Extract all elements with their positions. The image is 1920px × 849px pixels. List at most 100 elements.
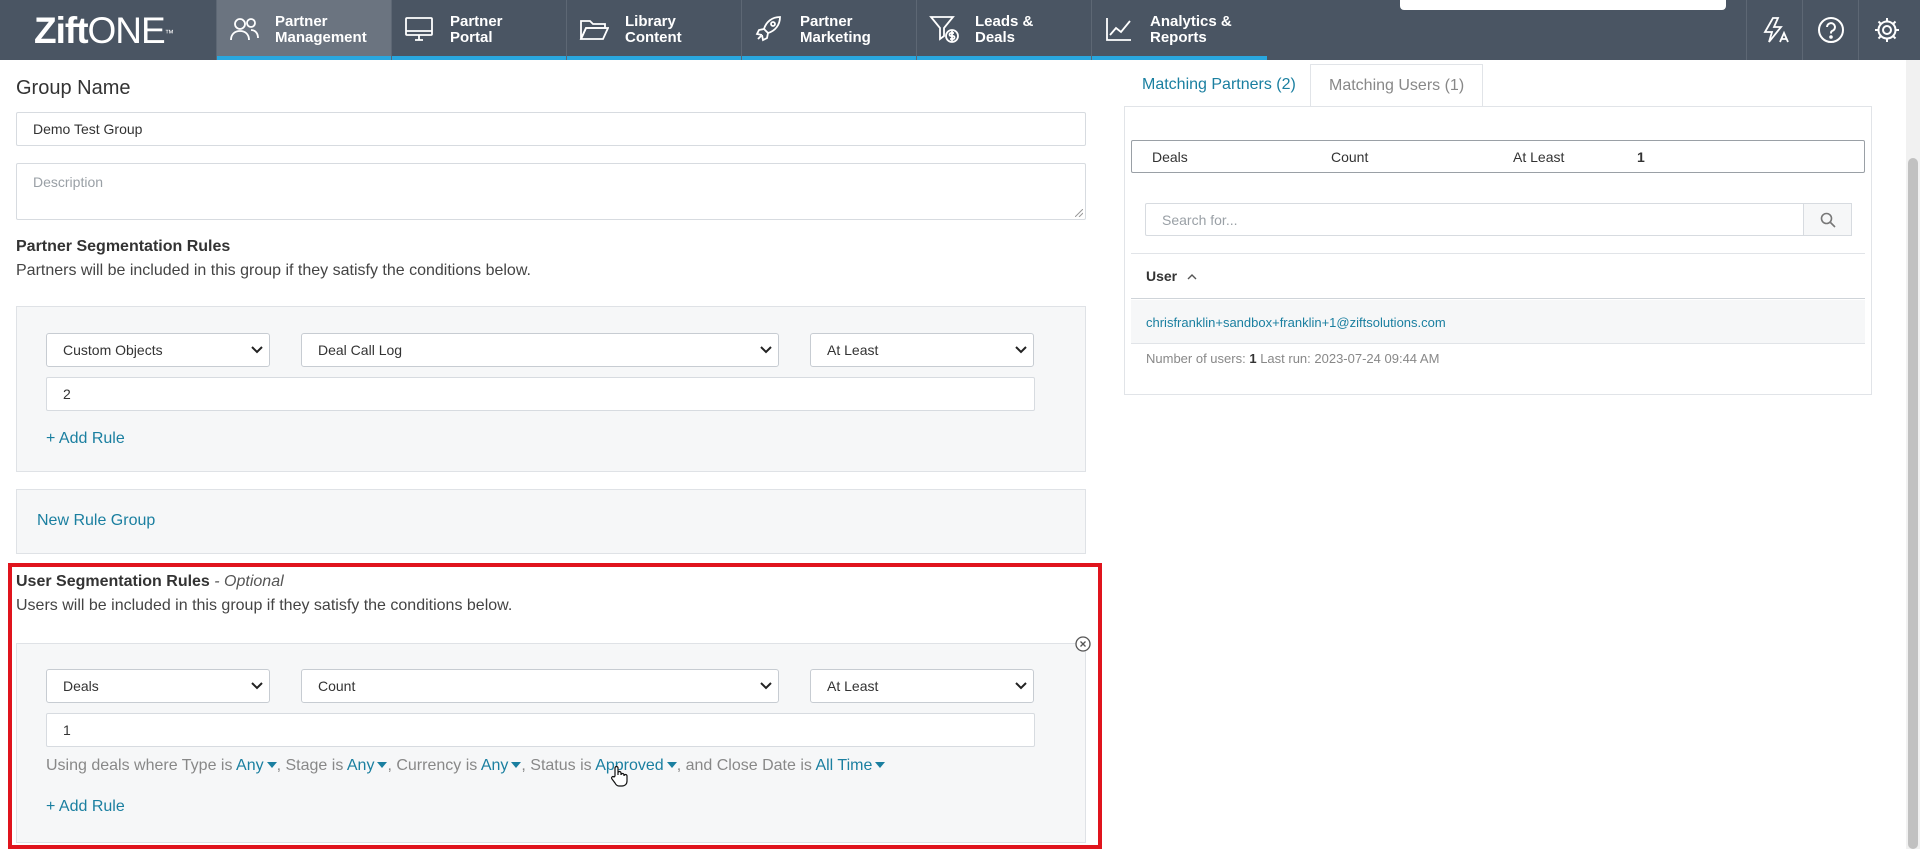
summary-object: Deals: [1152, 149, 1188, 165]
nav-tab-partner-management[interactable]: Partner Management: [216, 0, 391, 60]
nav-label-line1: Partner: [450, 13, 503, 30]
description-textarea[interactable]: Description: [16, 163, 1086, 220]
partner-rule-type-select[interactable]: Custom Objects: [46, 333, 270, 367]
currency-filter-dropdown[interactable]: Any: [481, 757, 522, 774]
settings-button[interactable]: [1858, 0, 1920, 60]
nav-tab-leads-deals[interactable]: Leads & Deals: [916, 0, 1091, 60]
nav-label-line1: Partner: [275, 13, 328, 30]
condition-prefix: Using deals where Type is: [46, 757, 233, 774]
footer-count: 1: [1249, 351, 1257, 366]
caret-down-icon: [875, 762, 886, 768]
type-filter-value: Any: [236, 757, 264, 774]
top-navigation-bar: ZiftONE™ Partner Management Partner Portal…: [0, 0, 1920, 60]
partner-add-rule-link[interactable]: + Add Rule: [46, 430, 125, 448]
nav-label-line2: Management: [275, 29, 367, 46]
rocket-icon: [755, 16, 781, 42]
close-date-filter-dropdown[interactable]: All Time: [815, 757, 886, 774]
column-header-user[interactable]: User: [1146, 268, 1197, 284]
select-value: Deal Call Log: [318, 342, 403, 358]
funnel-dollar-icon: [929, 16, 959, 43]
nav-accent-bar: [1092, 56, 1267, 60]
description-placeholder: Description: [33, 174, 104, 190]
group-name-input[interactable]: Demo Test Group: [16, 112, 1086, 146]
status-label: , Status is: [521, 757, 592, 774]
caret-down-icon: [511, 762, 522, 768]
chevron-down-icon: [1015, 346, 1027, 354]
nav-accent-bar: [392, 56, 566, 60]
chevron-down-icon: [251, 346, 263, 354]
user-rule-type-select[interactable]: Deals: [46, 669, 270, 703]
nav-label-line2: Reports: [1150, 29, 1207, 46]
logo-trademark: ™: [164, 28, 174, 38]
search-icon: [1820, 212, 1836, 228]
nav-label-line2: Content: [625, 29, 682, 46]
nav-label-line2: Marketing: [800, 29, 871, 46]
select-value: At Least: [827, 342, 879, 358]
folder-icon: [579, 20, 609, 40]
user-rules-description: Users will be included in this group if …: [16, 597, 513, 614]
new-rule-group-link[interactable]: New Rule Group: [37, 512, 155, 530]
new-rule-group-box: [16, 489, 1086, 554]
user-rule-value-input[interactable]: 1: [46, 713, 1035, 747]
partner-rule-value-input[interactable]: 2: [46, 377, 1035, 411]
monitor-icon: [405, 17, 433, 41]
caret-down-icon: [377, 762, 388, 768]
footer-label: Number of users:: [1146, 351, 1246, 366]
close-date-filter-value: All Time: [815, 757, 873, 774]
partner-rules-description: Partners will be included in this group …: [16, 262, 531, 279]
nav-tab-partner-portal[interactable]: Partner Portal: [391, 0, 566, 60]
user-rule-operator-select[interactable]: At Least: [810, 669, 1034, 703]
resize-handle-icon[interactable]: [1075, 209, 1083, 217]
search-button[interactable]: [1803, 203, 1852, 236]
help-button[interactable]: [1802, 0, 1858, 60]
partner-rule-object-select[interactable]: Deal Call Log: [301, 333, 779, 367]
currency-label: , Currency is: [387, 757, 478, 774]
partner-rule-operator-select[interactable]: At Least: [810, 333, 1034, 367]
scrollbar-thumb[interactable]: [1908, 158, 1918, 849]
group-name-value: Demo Test Group: [33, 121, 143, 137]
nav-tab-library-content[interactable]: Library Content: [566, 0, 741, 60]
stage-filter-dropdown[interactable]: Any: [347, 757, 388, 774]
user-search-input[interactable]: Search for...: [1145, 203, 1805, 236]
nav-tab-analytics-reports[interactable]: Analytics & Reports: [1091, 0, 1267, 60]
chevron-down-icon: [1015, 682, 1027, 690]
nav-accent-bar: [742, 56, 916, 60]
input-value: 2: [63, 386, 71, 402]
ziftone-logo[interactable]: ZiftONE™: [34, 12, 174, 50]
caret-down-icon: [266, 762, 277, 768]
user-email-link[interactable]: chrisfranklin+sandbox+franklin+1@ziftsol…: [1146, 315, 1446, 330]
divider: [1131, 253, 1865, 254]
chevron-down-icon: [760, 346, 772, 354]
translate-icon: [1763, 17, 1789, 43]
user-add-rule-link[interactable]: + Add Rule: [46, 798, 125, 816]
footer-last-run: Last run: 2023-07-24 09:44 AM: [1260, 351, 1440, 366]
stage-filter-value: Any: [346, 757, 375, 774]
chart-icon: [1106, 18, 1131, 41]
chevron-down-icon: [251, 682, 263, 690]
tab-matching-partners[interactable]: Matching Partners (2): [1124, 64, 1314, 106]
nav-label-line2: Portal: [450, 29, 493, 46]
status-filter-dropdown[interactable]: Approved: [595, 757, 677, 774]
translate-button[interactable]: [1746, 0, 1802, 60]
nav-label-line2: Deals: [975, 29, 1016, 46]
hand-cursor-icon: [611, 765, 628, 787]
deal-conditions-sentence: Using deals where Type is Any, Stage is …: [46, 757, 886, 775]
summary-value: 1: [1637, 149, 1645, 165]
nav-tab-partner-marketing[interactable]: Partner Marketing: [741, 0, 916, 60]
user-rule-metric-select[interactable]: Count: [301, 669, 779, 703]
input-value: 1: [63, 722, 71, 738]
tab-matching-users[interactable]: Matching Users (1): [1310, 64, 1484, 107]
remove-rule-group-icon[interactable]: [1075, 636, 1091, 652]
select-value: Count: [318, 678, 356, 694]
nav-label-line1: Library: [625, 13, 676, 30]
gear-icon: [1875, 18, 1899, 42]
type-filter-dropdown[interactable]: Any: [236, 757, 277, 774]
group-name-label: Group Name: [16, 77, 131, 99]
table-row[interactable]: chrisfranklin+sandbox+franklin+1@ziftsol…: [1131, 300, 1865, 344]
nav-accent-bar: [217, 56, 391, 60]
nav-accent-bar: [917, 56, 1091, 60]
select-value: At Least: [827, 678, 879, 694]
global-search-box[interactable]: [1400, 0, 1726, 10]
users-icon: [230, 18, 259, 41]
user-rules-title: User Segmentation Rules - Optional: [16, 573, 284, 591]
